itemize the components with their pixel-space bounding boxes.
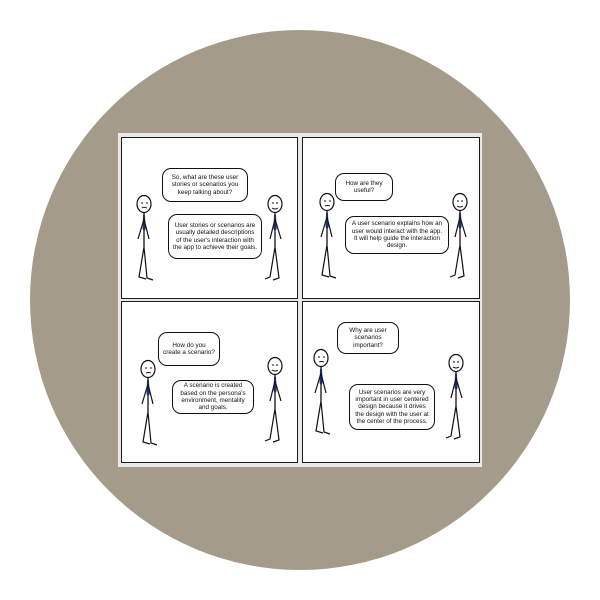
comic-panel-2: How are they useful? A user scenario exp… — [302, 137, 480, 299]
stick-figure-icon — [140, 359, 158, 446]
stick-figure-icon — [449, 192, 468, 279]
stick-figure-icon — [313, 348, 331, 435]
speech-bubble-question: Why are user scenarios important? — [337, 322, 399, 354]
speech-bubble-answer: A user scenario explains how an user wou… — [345, 216, 449, 254]
stick-figure-icon — [136, 194, 154, 281]
speech-bubble-text: How do you create a scenario? — [163, 341, 215, 356]
speech-bubble-text: A user scenario explains how an user wou… — [351, 220, 443, 250]
speech-bubble-text: How are they useful? — [345, 179, 383, 194]
speech-bubble-answer: User scenarios are very important in use… — [349, 384, 435, 430]
speech-bubble-answer: A scenario is created based on the perso… — [172, 380, 254, 414]
comic-panel-3: How do you create a scenario? A scenario… — [121, 301, 298, 463]
stick-figure-icon — [264, 194, 283, 281]
speech-bubble-text: User stories or scenarios are usually de… — [173, 221, 258, 251]
speech-bubble-question: So, what are these user stories or scena… — [162, 168, 248, 202]
speech-bubble-question: How do you create a scenario? — [158, 332, 220, 366]
speech-bubble-text: So, what are these user stories or scena… — [171, 174, 239, 196]
comic-panel-1: So, what are these user stories or scena… — [121, 137, 298, 299]
speech-bubble-text: User scenarios are very important in use… — [355, 388, 429, 425]
stick-figure-icon — [264, 356, 283, 443]
speech-bubble-text: A scenario is created based on the perso… — [180, 382, 246, 412]
stick-figure-icon — [319, 192, 337, 279]
speech-bubble-answer: User stories or scenarios are usually de… — [168, 214, 262, 259]
comic-panel-4: Why are user scenarios important? User s… — [302, 301, 480, 463]
speech-bubble-question: How are they useful? — [335, 173, 393, 201]
speech-bubble-text: Why are user scenarios important? — [349, 327, 387, 349]
stick-figure-icon — [445, 353, 464, 440]
